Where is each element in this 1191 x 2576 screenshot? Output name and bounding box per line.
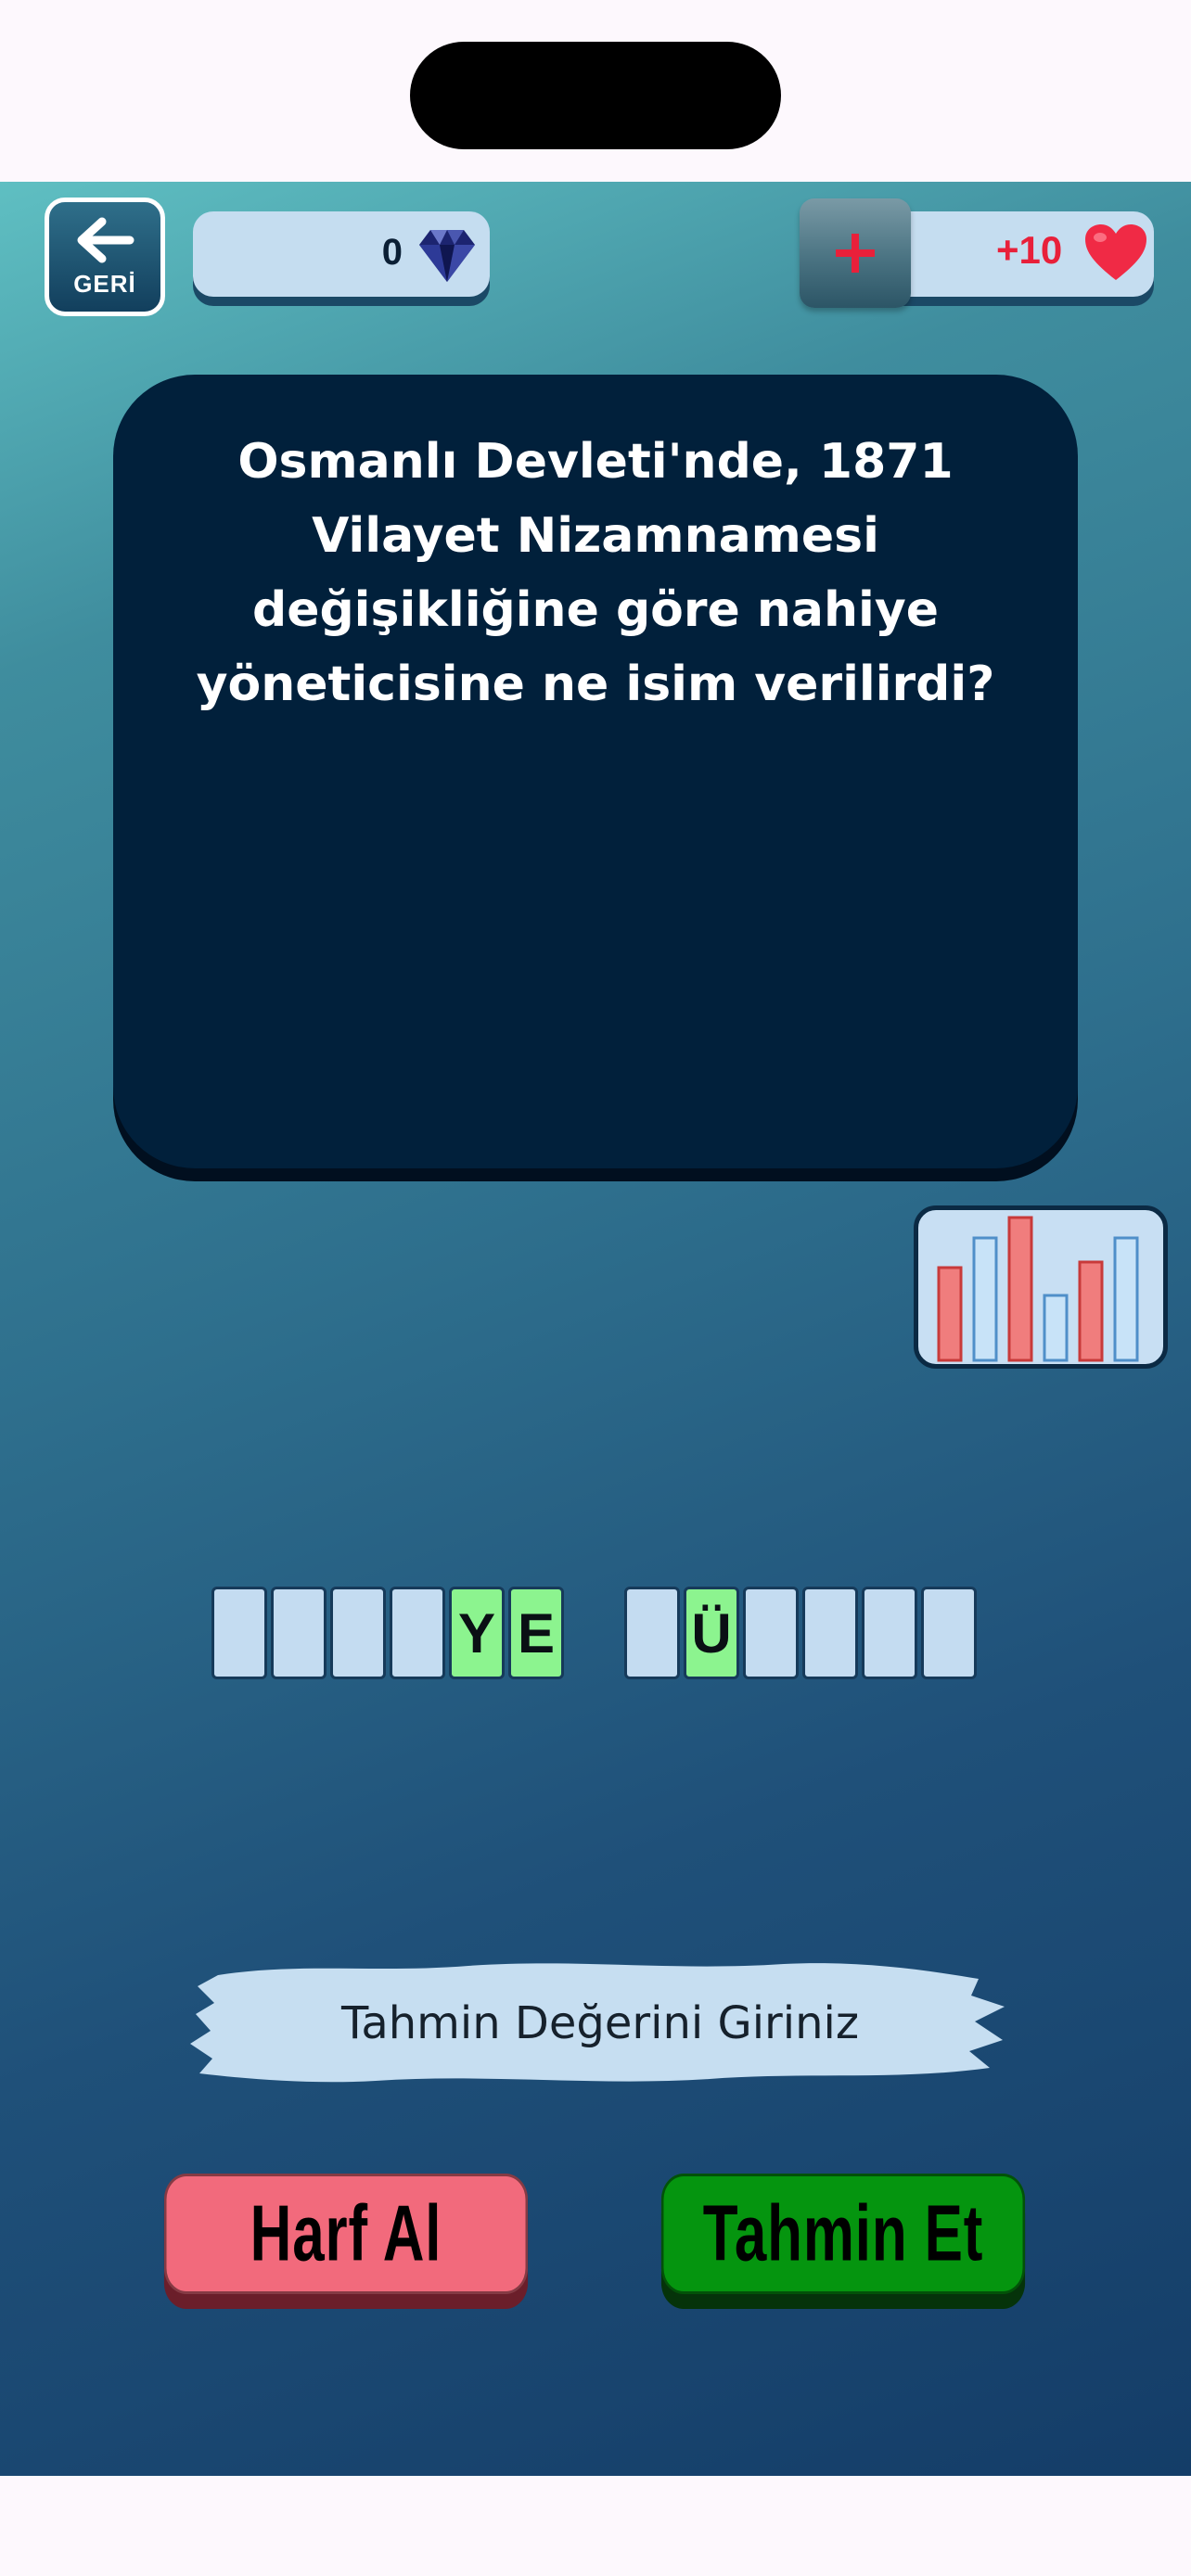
get-letter-button[interactable]: Harf Al <box>163 2174 529 2294</box>
heart-icon <box>1085 224 1146 280</box>
answer-tile-revealed: Y <box>449 1587 505 1679</box>
diamond-icon <box>419 230 475 282</box>
guess-input[interactable] <box>246 1981 954 2066</box>
answer-tile-revealed: Ü <box>684 1587 739 1679</box>
lives-count: +10 <box>996 228 1063 272</box>
answer-tile <box>211 1587 267 1679</box>
answer-tile <box>390 1587 445 1679</box>
answer-tile-revealed: E <box>508 1587 564 1679</box>
add-lives-button[interactable] <box>800 198 911 308</box>
submit-guess-button[interactable]: Tahmin Et <box>660 2174 1026 2294</box>
answer-tile <box>802 1587 858 1679</box>
answer-tile <box>743 1587 799 1679</box>
answer-tile <box>862 1587 917 1679</box>
arrow-left-icon <box>77 217 134 262</box>
plus-icon <box>836 234 875 273</box>
answer-tile <box>921 1587 977 1679</box>
device-notch <box>410 42 781 149</box>
answer-tile <box>330 1587 386 1679</box>
submit-guess-button-label: Tahmin Et <box>702 2189 984 2278</box>
gem-count: 0 <box>381 232 403 273</box>
answer-tile <box>624 1587 680 1679</box>
guess-input-wrapper <box>190 1953 1006 2092</box>
back-button-label: GERİ <box>73 269 136 298</box>
bar-chart-icon <box>937 1216 1139 1362</box>
question-text: Osmanlı Devleti'nde, 1871 Vilayet Nizamn… <box>196 434 995 712</box>
get-letter-button-label: Harf Al <box>250 2189 442 2278</box>
question-card: Osmanlı Devleti'nde, 1871 Vilayet Nizamn… <box>113 375 1078 1168</box>
gem-counter: 0 <box>193 211 490 297</box>
back-button[interactable]: GERİ <box>45 198 165 316</box>
game-screen: GERİ 0 +10 Osmanlı Devleti'nde, 1871 Vil… <box>0 182 1191 2476</box>
answer-tile <box>271 1587 327 1679</box>
statistics-button[interactable] <box>914 1205 1168 1369</box>
